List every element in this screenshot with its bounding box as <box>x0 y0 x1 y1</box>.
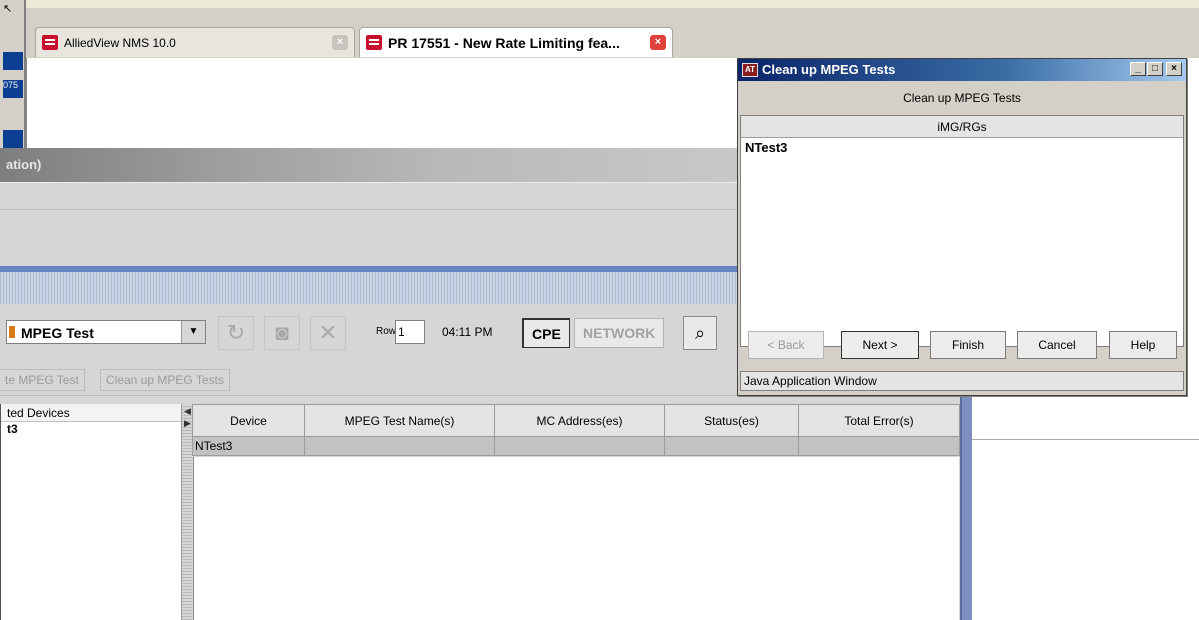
background-area <box>972 400 1199 620</box>
finish-button[interactable]: Finish <box>930 331 1006 359</box>
list-header: iMG/RGs <box>741 116 1183 138</box>
stop-icon[interactable]: ◙ <box>264 316 300 350</box>
column-header-mc-addresses[interactable]: MC Address(es) <box>494 404 665 437</box>
chevron-down-icon[interactable]: ▼ <box>181 321 205 343</box>
test-type-value: MPEG Test <box>21 325 94 341</box>
page-icon <box>42 35 58 50</box>
clean-up-mpeg-tests-dialog: AT Clean up MPEG Tests _ □ × Clean up MP… <box>737 58 1187 396</box>
clean-up-mpeg-tests-button[interactable]: Clean up MPEG Tests <box>100 369 230 391</box>
cpe-toggle[interactable]: CPE <box>522 318 570 348</box>
minimize-icon[interactable]: _ <box>1130 62 1146 76</box>
table-header-row: Device MPEG Test Name(s) MC Address(es) … <box>192 404 960 437</box>
action-button-row: te MPEG Test Clean up MPEG Tests <box>0 364 740 396</box>
test-toolbar: MPEG Test ▼ ↻ ◙ ✕ Rows 1 04:11 PM CPE NE… <box>0 304 740 364</box>
list-item[interactable]: NTest3 <box>741 138 1183 155</box>
divider <box>0 209 740 210</box>
column-header-total-errors[interactable]: Total Error(s) <box>798 404 960 437</box>
app-menu-panel <box>0 182 740 266</box>
close-icon[interactable]: × <box>1166 62 1182 76</box>
app-title-bar: ation) <box>0 148 740 182</box>
splitter-bar[interactable] <box>0 272 740 304</box>
page-icon <box>366 35 382 50</box>
refresh-icon[interactable]: ↻ <box>218 316 254 350</box>
back-button[interactable]: < Back <box>748 331 824 359</box>
table-cell <box>798 436 960 456</box>
expand-right-icon[interactable]: ▶ <box>184 418 191 429</box>
table-row[interactable]: NTest3 <box>192 436 960 456</box>
dialog-title: Clean up MPEG Tests <box>762 62 896 77</box>
time-display: 04:11 PM <box>442 325 493 339</box>
column-header-mpeg-test-names[interactable]: MPEG Test Name(s) <box>304 404 495 437</box>
tab-pr-17551[interactable]: PR 17551 - New Rate Limiting fea... × <box>359 27 673 57</box>
close-icon[interactable]: × <box>332 35 348 50</box>
network-toggle[interactable]: NETWORK <box>574 318 665 348</box>
binoculars-icon[interactable]: ⌕ <box>683 316 717 350</box>
device-list-item[interactable]: t3 <box>1 422 181 436</box>
table-cell <box>494 436 665 456</box>
dialog-title-bar[interactable]: AT Clean up MPEG Tests _ □ × <box>738 59 1186 81</box>
table-empty-area <box>193 457 959 620</box>
selected-devices-panel: ted Devices t3 <box>0 404 182 620</box>
page-content-area <box>26 58 746 148</box>
cursor-icon: ↖ <box>3 3 13 15</box>
table-cell <box>304 436 495 456</box>
test-type-combo[interactable]: MPEG Test ▼ <box>6 320 206 344</box>
browser-tab-bar: AlliedView NMS 10.0 × PR 17551 - New Rat… <box>26 0 1199 58</box>
left-icon-strip: ↖ 075 <box>0 0 26 148</box>
column-header-device[interactable]: Device <box>192 404 305 437</box>
cancel-button[interactable]: Cancel <box>1017 331 1097 359</box>
help-button[interactable]: Help <box>1109 331 1177 359</box>
img-rg-list: iMG/RGs NTest3 <box>740 115 1184 347</box>
app-label-fragment: 075 <box>3 80 23 98</box>
table-cell <box>664 436 799 456</box>
next-button[interactable]: Next > <box>841 331 919 359</box>
column-header-statuses[interactable]: Status(es) <box>664 404 799 437</box>
test-type-icon <box>9 326 15 338</box>
app-icon[interactable] <box>3 52 23 70</box>
dialog-heading: Clean up MPEG Tests <box>903 91 1021 105</box>
devices-header: ted Devices <box>1 404 181 422</box>
close-icon[interactable]: × <box>650 35 666 50</box>
delete-icon[interactable]: ✕ <box>310 316 346 350</box>
collapse-left-icon[interactable]: ◀ <box>184 406 191 417</box>
tab-alliedview-nms[interactable]: AlliedView NMS 10.0 × <box>35 27 355 57</box>
create-mpeg-test-button[interactable]: te MPEG Test <box>0 369 85 391</box>
app-title: ation) <box>6 157 42 172</box>
maximize-icon[interactable]: □ <box>1147 62 1163 76</box>
dialog-status-bar: Java Application Window <box>740 371 1184 391</box>
tab-label: AlliedView NMS 10.0 <box>64 35 176 50</box>
table-cell: NTest3 <box>192 436 305 456</box>
app-logo-icon: AT <box>742 63 758 77</box>
results-table: Device MPEG Test Name(s) MC Address(es) … <box>192 404 960 456</box>
window-border <box>960 396 972 620</box>
divider <box>972 439 1199 440</box>
app-icon-2[interactable] <box>3 130 23 148</box>
tab-label: PR 17551 - New Rate Limiting fea... <box>388 34 620 51</box>
rows-input[interactable]: 1 <box>395 320 425 344</box>
panel-splitter[interactable]: ◀ ▶ <box>182 404 192 620</box>
